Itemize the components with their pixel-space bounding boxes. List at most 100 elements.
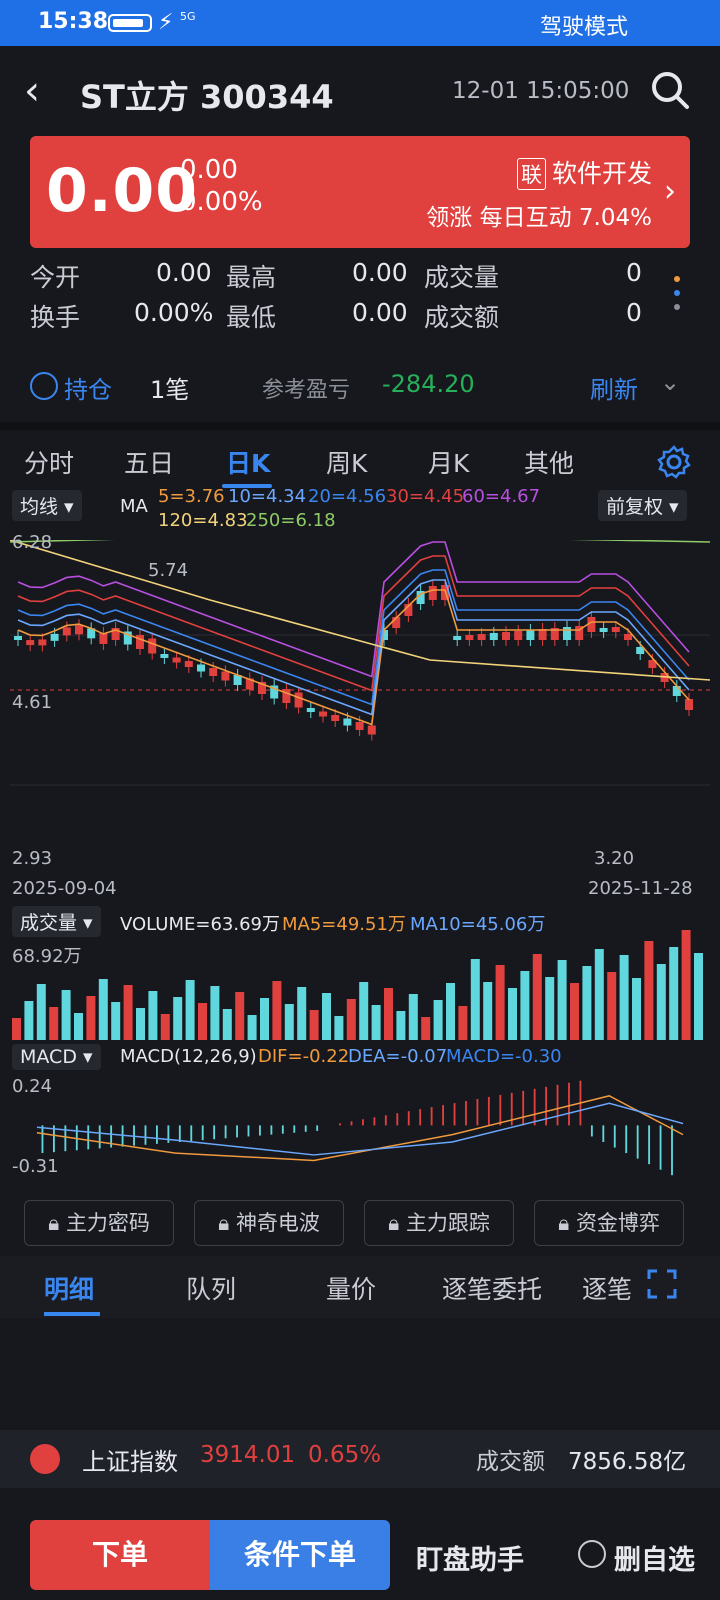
ma60-value: 60=4.67 [462, 486, 541, 507]
volume-bar [495, 965, 505, 1040]
pl-label: 参考盈亏 [262, 378, 351, 403]
driving-mode[interactable]: 驾驶模式 [540, 9, 628, 41]
turnover-label: 换手 [30, 303, 81, 332]
high-value: 0.00 [352, 258, 408, 287]
tab-monthly-k[interactable]: 月K [428, 444, 469, 480]
low-marker: 3.20 [594, 848, 635, 869]
candle [477, 634, 486, 640]
index-amount-label: 成交额 [476, 1449, 545, 1475]
search-icon[interactable] [650, 70, 690, 110]
volume-bar [222, 1009, 232, 1040]
order-button[interactable]: 下单 [30, 1520, 210, 1590]
watch-assistant-button[interactable]: 盯盘助手 [416, 1538, 524, 1577]
tab-volume-price[interactable]: 量价 [326, 1270, 376, 1306]
more-dots-icon[interactable] [674, 276, 682, 318]
period-tabs: 分时 五日 日K 周K 月K 其他 [0, 432, 720, 492]
volume-bar [198, 1003, 207, 1040]
kline-chart[interactable] [10, 540, 710, 880]
refresh-button[interactable]: 刷新 [590, 370, 638, 405]
pl-value: -284.20 [382, 370, 475, 398]
adjust-select[interactable]: 前复权 ▾ [598, 490, 687, 521]
quote-card[interactable]: 0.00 0.00 0.00% 联软件开发 领涨 每日互动 7.04% › [30, 136, 690, 248]
volume-bar [644, 941, 654, 1040]
ma-select[interactable]: 均线 ▾ [12, 490, 82, 521]
tab-queue[interactable]: 队列 [186, 1270, 236, 1306]
remove-watchlist-button[interactable]: 删自选 [614, 1538, 695, 1577]
candle [50, 633, 59, 641]
tab-detail[interactable]: 明细 [44, 1270, 94, 1306]
candle [221, 671, 230, 681]
sector-leader: 领涨 每日互动 7.04% [426, 205, 652, 231]
candle [75, 625, 83, 635]
sector-badge: 联 [516, 158, 546, 190]
tool-main-track[interactable]: 🔒︎ 主力跟踪 [364, 1200, 514, 1246]
macd-select[interactable]: MACD ▾ [12, 1044, 101, 1070]
tool-magic-wave[interactable]: 🔒︎ 神奇电波 [194, 1200, 344, 1246]
tab-order-flow[interactable]: 逐笔委托 [442, 1270, 542, 1306]
volume-bar [594, 949, 604, 1040]
volume-bar [309, 1010, 319, 1040]
tab-other[interactable]: 其他 [524, 444, 574, 480]
macd-chart[interactable] [10, 1070, 710, 1190]
volume-bar [260, 998, 269, 1040]
volume-chart[interactable] [10, 930, 710, 1040]
tab-underline [44, 1312, 100, 1316]
date-end: 2025-11-28 [588, 878, 693, 899]
volume-bar [334, 1016, 344, 1040]
tool-main-password[interactable]: 🔒︎ 主力密码 [24, 1200, 174, 1246]
volume-bar [148, 991, 158, 1040]
candle [209, 668, 218, 676]
candle [184, 661, 193, 667]
volume-bar [359, 982, 369, 1040]
tab-tick[interactable]: 逐笔 [582, 1270, 632, 1306]
candle [611, 627, 620, 632]
high-marker: 5.74 [148, 560, 189, 581]
candle [453, 636, 462, 640]
index-name: 上证指数 [82, 1448, 178, 1476]
stock-title: ST立方 300344 [80, 78, 334, 116]
sector-link[interactable]: 联软件开发 [516, 154, 652, 190]
candle [465, 635, 474, 640]
status-time: 15:38 [38, 9, 109, 34]
candle [563, 627, 571, 640]
network-label: 5G [180, 10, 196, 23]
settings-gear-icon[interactable] [656, 444, 692, 480]
open-label: 今开 [30, 263, 81, 292]
macd-params: MACD(12,26,9) [120, 1046, 257, 1067]
volume-bar [297, 987, 307, 1040]
tab-daily-k[interactable]: 日K [226, 444, 270, 480]
volume-bar [582, 966, 592, 1040]
index-bar[interactable]: 上证指数 3914.01 0.65% 成交额 7856.58亿 [0, 1430, 720, 1488]
y-axis-top: 6.28 [12, 532, 53, 553]
volume-bar [136, 1008, 145, 1040]
amount-label: 成交额 [424, 303, 500, 332]
hold-count: 1笔 [150, 376, 190, 404]
expand-icon[interactable] [646, 1268, 678, 1300]
sector-name: 软件开发 [551, 159, 652, 188]
volume-bar [632, 978, 641, 1040]
chevron-down-icon[interactable]: ⌄ [660, 368, 680, 396]
candle [306, 708, 315, 712]
tab-intraday[interactable]: 分时 [24, 444, 74, 480]
ma10-value: 10=4.34 [228, 486, 307, 507]
tab-five-day[interactable]: 五日 [124, 444, 174, 480]
volume-bar [111, 1002, 121, 1040]
candle [343, 718, 352, 726]
conditional-order-button[interactable]: 条件下单 [210, 1520, 390, 1590]
status-bar: 15:38 ⚡ 5G 驾驶模式 [0, 0, 720, 46]
tab-weekly-k[interactable]: 周K [326, 444, 367, 480]
candle [26, 640, 35, 646]
tool-fund-game[interactable]: 🔒︎ 资金博弈 [534, 1200, 684, 1246]
volume-bar [508, 988, 517, 1040]
candle [294, 692, 303, 708]
chevron-right-icon[interactable]: › [664, 174, 676, 209]
volume-bar [607, 972, 617, 1040]
candle [502, 632, 510, 640]
tool-buttons: 🔒︎ 主力密码 🔒︎ 神奇电波 🔒︎ 主力跟踪 🔒︎ 资金博弈 [0, 1192, 720, 1252]
hold-label[interactable]: 持仓 [64, 370, 112, 405]
ma120-value: 120=4.83 [158, 510, 248, 531]
divider [0, 422, 720, 430]
volume-bar [322, 993, 331, 1040]
back-icon[interactable]: ‹ [24, 68, 40, 114]
volume-bar [61, 990, 71, 1040]
